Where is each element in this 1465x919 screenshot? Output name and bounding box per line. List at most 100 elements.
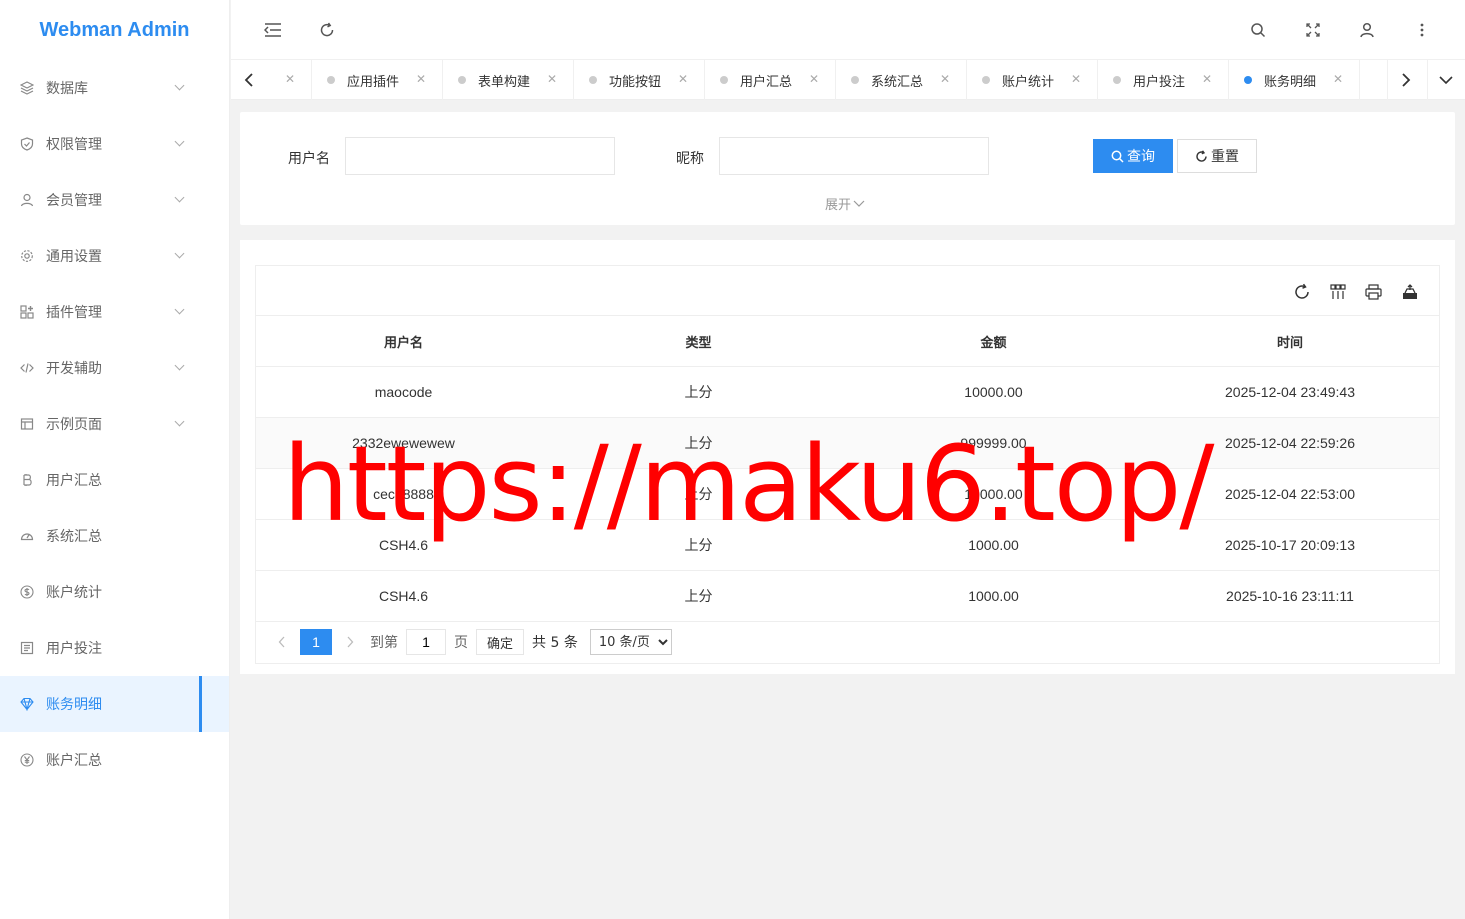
tab-account-details[interactable]: 账务明细 ✕	[1229, 60, 1360, 100]
data-table: 用户名 类型 金额 时间 maocode 上分 10000.00 2025-12…	[255, 265, 1440, 664]
refresh-icon[interactable]	[1292, 282, 1312, 302]
tab-status-dot	[327, 76, 335, 84]
close-icon[interactable]: ✕	[547, 72, 557, 86]
menu-collapse-icon[interactable]	[261, 18, 285, 42]
sidebar-item-account-stats[interactable]: 账户统计	[0, 564, 229, 620]
table-row[interactable]: cece8888 上分 10000.00 2025-12-04 22:53:00	[256, 469, 1439, 520]
sidebar-item-user-summary[interactable]: 用户汇总	[0, 452, 229, 508]
tab-label: 系统汇总	[871, 74, 924, 90]
sidebar-item-label: 用户汇总	[46, 473, 102, 489]
sidebar-item-label: 开发辅助	[46, 361, 102, 377]
goto-confirm-button[interactable]: 确定	[476, 629, 525, 655]
tab-status-dot	[851, 76, 859, 84]
nickname-input[interactable]	[719, 137, 989, 175]
cell-username: maocode	[374, 384, 433, 400]
columns-icon[interactable]	[1328, 282, 1348, 302]
close-icon[interactable]: ✕	[416, 72, 426, 86]
tab-form-builder[interactable]: 表单构建 ✕	[443, 60, 574, 100]
column-header[interactable]: 用户名	[256, 332, 551, 351]
export-icon[interactable]	[1400, 282, 1420, 302]
shield-icon	[20, 137, 34, 151]
tab-function-buttons[interactable]: 功能按钮 ✕	[574, 60, 705, 100]
tab-account-stats[interactable]: 账户统计 ✕	[967, 60, 1098, 100]
tab-scroll-left-icon[interactable]	[231, 60, 267, 100]
column-header[interactable]: 时间	[1141, 332, 1439, 351]
refresh-icon[interactable]	[315, 18, 339, 42]
table-row[interactable]: CSH4.6 上分 1000.00 2025-10-17 20:09:13	[256, 520, 1439, 571]
app-logo[interactable]: Webman Admin	[0, 0, 229, 60]
refresh-icon	[1196, 149, 1207, 162]
close-icon[interactable]: ✕	[285, 72, 295, 86]
close-icon[interactable]: ✕	[1202, 72, 1212, 86]
tab-user-summary[interactable]: 用户汇总 ✕	[705, 60, 836, 100]
page-size-select[interactable]: 10 条/页	[589, 629, 672, 655]
tab-scroll-right-icon[interactable]	[1387, 60, 1423, 100]
username-input[interactable]	[345, 137, 615, 175]
close-icon[interactable]: ✕	[809, 72, 819, 86]
tab-status-dot	[1244, 76, 1252, 84]
cell-amount: 1000.00	[968, 537, 1019, 553]
sidebar-item-account-summary[interactable]: 账户汇总	[0, 732, 229, 788]
search-icon[interactable]	[1246, 18, 1270, 42]
sidebar-item-members[interactable]: 会员管理	[0, 172, 229, 228]
column-header[interactable]: 金额	[846, 332, 1141, 351]
sidebar-item-permissions[interactable]: 权限管理	[0, 116, 229, 172]
sidebar-item-label: 账户汇总	[46, 753, 102, 769]
current-page[interactable]: 1	[300, 629, 332, 655]
sidebar-item-database[interactable]: 数据库	[0, 60, 229, 116]
column-header[interactable]: 类型	[551, 332, 846, 351]
tab-status-dot	[458, 76, 466, 84]
search-form: 用户名 昵称 查询 重置 展开	[240, 112, 1455, 225]
reset-button[interactable]: 重置	[1177, 139, 1257, 173]
cell-time: 2025-10-16 23:11:11	[1226, 588, 1354, 604]
goto-page-input[interactable]	[406, 629, 446, 655]
user-profile-icon[interactable]	[1355, 18, 1379, 42]
cell-username: CSH4.6	[378, 588, 429, 604]
bitcoin-icon	[20, 473, 34, 487]
expand-label: 展开	[825, 198, 852, 213]
sidebar-item-label: 账务明细	[46, 697, 102, 713]
layers-icon	[20, 81, 34, 95]
tab-app-plugins[interactable]: 应用插件 ✕	[312, 60, 443, 100]
sidebar-item-account-details[interactable]: 账务明细	[0, 676, 229, 732]
table-row[interactable]: 2332ewewewew 上分 999999.00 2025-12-04 22:…	[256, 418, 1439, 469]
sidebar-item-examples[interactable]: 示例页面	[0, 396, 229, 452]
next-page-icon[interactable]	[338, 629, 362, 655]
tab-label: 表单构建	[478, 74, 531, 90]
top-header	[231, 0, 1465, 60]
tab-system-summary[interactable]: 系统汇总 ✕	[836, 60, 967, 100]
tab-label: 功能按钮	[609, 74, 662, 90]
tab-label: 账户统计	[1002, 74, 1055, 90]
sidebar-item-system-summary[interactable]: 系统汇总	[0, 508, 229, 564]
close-icon[interactable]: ✕	[678, 72, 688, 86]
close-icon[interactable]: ✕	[1071, 72, 1081, 86]
print-icon[interactable]	[1363, 282, 1383, 302]
more-options-icon[interactable]	[1410, 18, 1434, 42]
table-header-row: 用户名 类型 金额 时间	[256, 316, 1439, 367]
prev-page-icon[interactable]	[270, 629, 294, 655]
sidebar-item-settings[interactable]: 通用设置	[0, 228, 229, 284]
cell-type: 上分	[684, 435, 713, 451]
tab-strip: 设置 ✕ 应用插件 ✕ 表单构建 ✕ 功能按钮 ✕ 用户汇总 ✕	[267, 60, 1383, 100]
close-icon[interactable]: ✕	[1333, 72, 1343, 86]
fullscreen-icon[interactable]	[1301, 18, 1325, 42]
sidebar-item-dev-tools[interactable]: 开发辅助	[0, 340, 229, 396]
chevron-down-icon	[853, 200, 865, 207]
sidebar-item-user-bets[interactable]: 用户投注	[0, 620, 229, 676]
expand-toggle[interactable]: 展开	[825, 194, 865, 213]
query-button[interactable]: 查询	[1093, 139, 1173, 173]
cell-type: 上分	[684, 486, 713, 502]
tab-menu-chevron-down-icon[interactable]	[1427, 60, 1463, 100]
sidebar-item-plugins[interactable]: 插件管理	[0, 284, 229, 340]
reset-button-label: 重置	[1211, 149, 1239, 165]
tab-user-bets[interactable]: 用户投注 ✕	[1098, 60, 1229, 100]
table-row[interactable]: CSH4.6 上分 1000.00 2025-10-16 23:11:11	[256, 571, 1439, 622]
tab-label: 用户投注	[1133, 74, 1186, 90]
cell-time: 2025-10-17 20:09:13	[1225, 537, 1355, 553]
table-row[interactable]: maocode 上分 10000.00 2025-12-04 23:49:43	[256, 367, 1439, 418]
tab-settings[interactable]: 设置 ✕	[267, 60, 312, 100]
username-label: 用户名	[288, 151, 330, 167]
close-icon[interactable]: ✕	[940, 72, 950, 86]
sidebar-item-label: 插件管理	[46, 305, 102, 321]
nickname-label: 昵称	[676, 151, 704, 167]
